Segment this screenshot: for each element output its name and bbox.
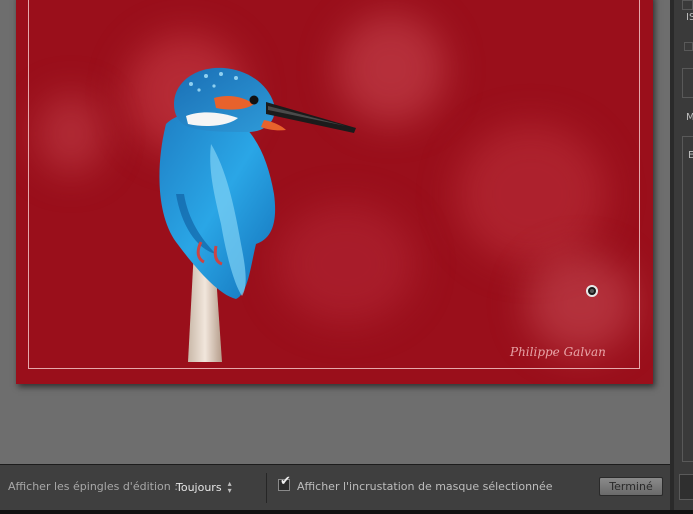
mask-overlay-label[interactable]: Afficher l'incrustation de masque sélect… — [297, 480, 553, 493]
panel-section-box — [682, 136, 693, 462]
edit-pin-icon[interactable] — [586, 285, 598, 297]
pins-label: Afficher les épingles d'édition : — [8, 480, 178, 493]
updown-arrows-icon: ▴ ▾ — [227, 479, 232, 495]
bottom-toolbar: Afficher les épingles d'édition : Toujou… — [0, 464, 670, 510]
panel-letter: M — [686, 112, 693, 123]
checkmark-icon: ✔ — [280, 474, 291, 489]
pins-dropdown[interactable]: Toujours ▴ ▾ — [176, 478, 232, 496]
window-bottom-edge — [0, 510, 693, 514]
mask-overlay-checkbox[interactable]: ✔ — [278, 475, 291, 491]
photo-preview[interactable]: Philippe Galvan — [16, 0, 653, 384]
panel-checkbox[interactable] — [684, 42, 693, 51]
done-button[interactable]: Terminé — [599, 477, 663, 496]
panel-section-box — [682, 0, 693, 10]
image-canvas[interactable]: Philippe Galvan — [0, 0, 670, 464]
panel-bottom-box — [679, 474, 693, 500]
photo-inner-border — [28, 0, 640, 369]
panel-letter: E — [688, 150, 693, 161]
panel-section-box — [682, 68, 693, 98]
toolbar-divider — [266, 473, 267, 503]
pins-dropdown-value: Toujours — [176, 480, 222, 494]
photo-signature: Philippe Galvan — [510, 345, 606, 359]
right-panel: IS M E — [674, 0, 693, 514]
panel-letter: IS — [686, 12, 693, 23]
